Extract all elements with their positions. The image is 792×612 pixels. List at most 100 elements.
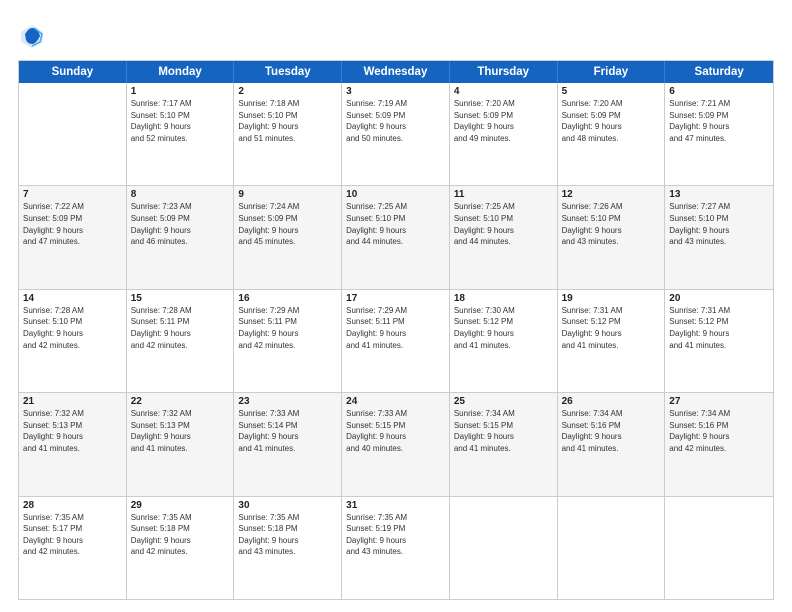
cell-info-line: Sunrise: 7:32 AM <box>23 408 122 420</box>
cell-info-line: Sunset: 5:14 PM <box>238 420 337 432</box>
day-number: 9 <box>238 189 337 200</box>
cell-info-line: and 47 minutes. <box>23 236 122 248</box>
cell-info-line: Sunrise: 7:34 AM <box>562 408 661 420</box>
cell-info-line: Sunrise: 7:35 AM <box>238 512 337 524</box>
cell-info-line: and 42 minutes. <box>23 546 122 558</box>
calendar-row: 21Sunrise: 7:32 AMSunset: 5:13 PMDayligh… <box>19 392 773 495</box>
day-number: 16 <box>238 293 337 304</box>
cell-info-line: Daylight: 9 hours <box>23 431 122 443</box>
cell-info-line: and 52 minutes. <box>131 133 230 145</box>
day-number: 25 <box>454 396 553 407</box>
day-number: 1 <box>131 86 230 97</box>
cell-info-line: Daylight: 9 hours <box>346 121 445 133</box>
cell-info-line: and 47 minutes. <box>669 133 769 145</box>
calendar-header-cell: Wednesday <box>342 61 450 83</box>
cell-info-line: and 51 minutes. <box>238 133 337 145</box>
cell-info-line: and 50 minutes. <box>346 133 445 145</box>
cell-info-line: and 44 minutes. <box>346 236 445 248</box>
cell-info-line: Daylight: 9 hours <box>454 225 553 237</box>
cell-info-line: Sunset: 5:09 PM <box>346 110 445 122</box>
cell-info-line: and 41 minutes. <box>238 443 337 455</box>
cell-info-line: Sunset: 5:10 PM <box>346 213 445 225</box>
cell-info-line: Daylight: 9 hours <box>669 328 769 340</box>
cell-info-line: Sunset: 5:15 PM <box>454 420 553 432</box>
cell-info-line: Sunrise: 7:22 AM <box>23 201 122 213</box>
cell-info-line: Daylight: 9 hours <box>669 431 769 443</box>
cell-info-line: Sunrise: 7:23 AM <box>131 201 230 213</box>
cell-info-line: Sunset: 5:10 PM <box>23 316 122 328</box>
calendar-cell: 19Sunrise: 7:31 AMSunset: 5:12 PMDayligh… <box>558 290 666 392</box>
day-number: 12 <box>562 189 661 200</box>
calendar-cell: 5Sunrise: 7:20 AMSunset: 5:09 PMDaylight… <box>558 83 666 185</box>
cell-info-line: Sunset: 5:18 PM <box>131 523 230 535</box>
calendar-cell: 23Sunrise: 7:33 AMSunset: 5:14 PMDayligh… <box>234 393 342 495</box>
calendar-cell: 28Sunrise: 7:35 AMSunset: 5:17 PMDayligh… <box>19 497 127 599</box>
cell-info-line: Daylight: 9 hours <box>346 431 445 443</box>
cell-info-line: Sunrise: 7:17 AM <box>131 98 230 110</box>
cell-info-line: Sunrise: 7:28 AM <box>23 305 122 317</box>
cell-info-line: and 43 minutes. <box>346 546 445 558</box>
calendar-cell <box>450 497 558 599</box>
cell-info-line: and 43 minutes. <box>238 546 337 558</box>
calendar-cell <box>665 497 773 599</box>
calendar-header: SundayMondayTuesdayWednesdayThursdayFrid… <box>19 61 773 83</box>
day-number: 6 <box>669 86 769 97</box>
cell-info-line: Daylight: 9 hours <box>131 431 230 443</box>
calendar-cell: 10Sunrise: 7:25 AMSunset: 5:10 PMDayligh… <box>342 186 450 288</box>
calendar-cell: 20Sunrise: 7:31 AMSunset: 5:12 PMDayligh… <box>665 290 773 392</box>
cell-info-line: and 41 minutes. <box>23 443 122 455</box>
cell-info-line: and 42 minutes. <box>131 340 230 352</box>
calendar-row: 28Sunrise: 7:35 AMSunset: 5:17 PMDayligh… <box>19 496 773 599</box>
cell-info-line: Daylight: 9 hours <box>346 328 445 340</box>
day-number: 13 <box>669 189 769 200</box>
day-number: 18 <box>454 293 553 304</box>
cell-info-line: and 42 minutes. <box>238 340 337 352</box>
cell-info-line: Sunrise: 7:34 AM <box>454 408 553 420</box>
cell-info-line: and 46 minutes. <box>131 236 230 248</box>
cell-info-line: and 41 minutes. <box>131 443 230 455</box>
cell-info-line: Sunset: 5:12 PM <box>454 316 553 328</box>
calendar-cell: 14Sunrise: 7:28 AMSunset: 5:10 PMDayligh… <box>19 290 127 392</box>
cell-info-line: Daylight: 9 hours <box>454 431 553 443</box>
day-number: 30 <box>238 500 337 511</box>
day-number: 14 <box>23 293 122 304</box>
cell-info-line: and 41 minutes. <box>669 340 769 352</box>
cell-info-line: Sunset: 5:09 PM <box>131 213 230 225</box>
calendar-cell: 27Sunrise: 7:34 AMSunset: 5:16 PMDayligh… <box>665 393 773 495</box>
calendar-cell: 16Sunrise: 7:29 AMSunset: 5:11 PMDayligh… <box>234 290 342 392</box>
cell-info-line: Sunset: 5:10 PM <box>562 213 661 225</box>
cell-info-line: Sunrise: 7:20 AM <box>562 98 661 110</box>
cell-info-line: Sunrise: 7:25 AM <box>454 201 553 213</box>
calendar-cell: 1Sunrise: 7:17 AMSunset: 5:10 PMDaylight… <box>127 83 235 185</box>
cell-info-line: Sunrise: 7:26 AM <box>562 201 661 213</box>
cell-info-line: Sunrise: 7:31 AM <box>669 305 769 317</box>
cell-info-line: Sunset: 5:16 PM <box>669 420 769 432</box>
cell-info-line: Sunset: 5:09 PM <box>454 110 553 122</box>
cell-info-line: Sunset: 5:09 PM <box>23 213 122 225</box>
cell-info-line: and 44 minutes. <box>454 236 553 248</box>
cell-info-line: Sunset: 5:11 PM <box>238 316 337 328</box>
cell-info-line: Sunrise: 7:20 AM <box>454 98 553 110</box>
cell-info-line: Sunrise: 7:18 AM <box>238 98 337 110</box>
cell-info-line: and 40 minutes. <box>346 443 445 455</box>
cell-info-line: Daylight: 9 hours <box>23 328 122 340</box>
cell-info-line: Daylight: 9 hours <box>346 535 445 547</box>
calendar-header-cell: Sunday <box>19 61 127 83</box>
cell-info-line: Daylight: 9 hours <box>23 535 122 547</box>
day-number: 22 <box>131 396 230 407</box>
cell-info-line: Daylight: 9 hours <box>454 121 553 133</box>
cell-info-line: Sunset: 5:12 PM <box>669 316 769 328</box>
cell-info-line: Sunrise: 7:33 AM <box>346 408 445 420</box>
cell-info-line: Daylight: 9 hours <box>131 225 230 237</box>
day-number: 21 <box>23 396 122 407</box>
cell-info-line: Daylight: 9 hours <box>562 225 661 237</box>
cell-info-line: Sunrise: 7:29 AM <box>238 305 337 317</box>
cell-info-line: Sunrise: 7:35 AM <box>23 512 122 524</box>
cell-info-line: Daylight: 9 hours <box>238 535 337 547</box>
calendar-header-cell: Tuesday <box>234 61 342 83</box>
cell-info-line: Sunrise: 7:28 AM <box>131 305 230 317</box>
cell-info-line: Daylight: 9 hours <box>669 225 769 237</box>
day-number: 11 <box>454 189 553 200</box>
logo <box>18 22 50 50</box>
calendar-row: 7Sunrise: 7:22 AMSunset: 5:09 PMDaylight… <box>19 185 773 288</box>
